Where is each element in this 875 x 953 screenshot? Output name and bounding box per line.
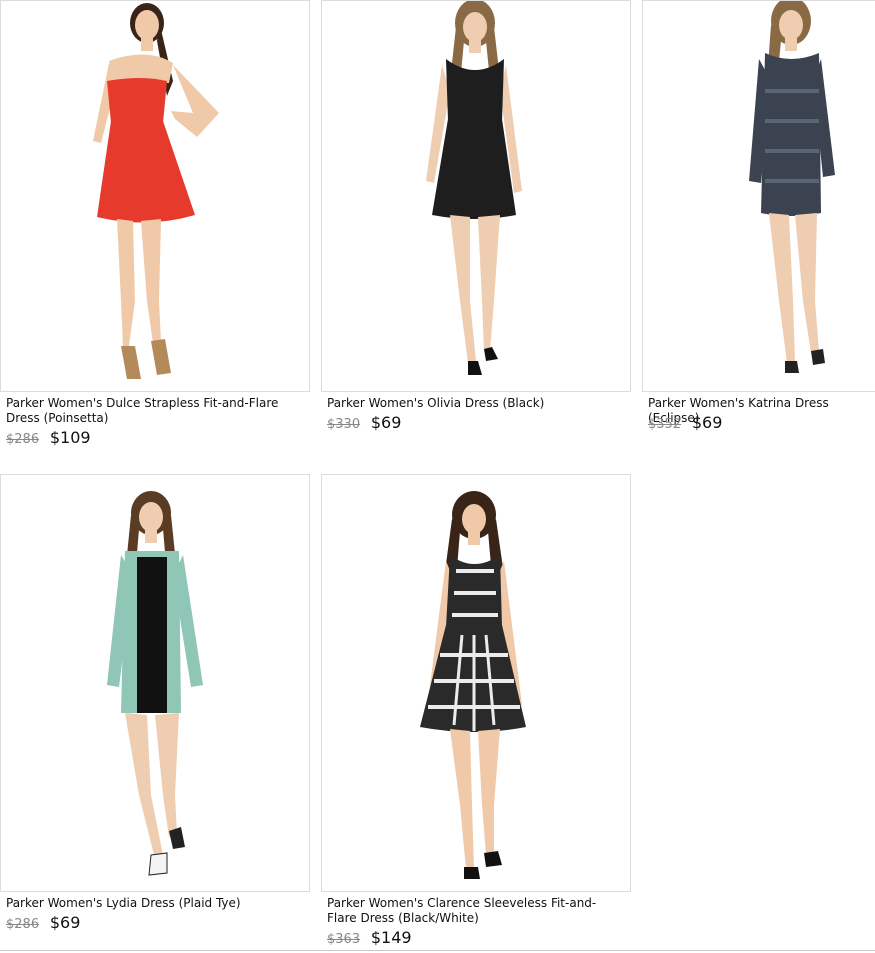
- product-image-print-dress[interactable]: [321, 474, 631, 892]
- product-title-link[interactable]: Parker Women's Lydia Dress (Plaid Tye): [6, 896, 302, 911]
- list-price: $363: [327, 932, 361, 947]
- list-price: $352: [648, 417, 682, 432]
- price-row: $286 $69: [6, 914, 80, 934]
- product-title-link[interactable]: Parker Women's Dulce Strapless Fit-and-F…: [6, 396, 302, 426]
- sale-price: $109: [49, 428, 91, 447]
- sale-price: $69: [49, 913, 81, 932]
- sale-price: $149: [370, 928, 412, 947]
- price-row: $330 $69: [327, 414, 401, 434]
- sale-price: $69: [370, 413, 402, 432]
- list-price: $286: [6, 432, 40, 447]
- price-row: $286 $109: [6, 429, 91, 449]
- product-image-black-dress[interactable]: [321, 0, 631, 392]
- list-price: $330: [327, 417, 361, 432]
- bottom-divider: [0, 950, 875, 951]
- price-row: $363 $149: [327, 929, 412, 949]
- price-row: $352 $69: [648, 414, 722, 434]
- sale-price: $69: [691, 413, 723, 432]
- list-price: $286: [6, 917, 40, 932]
- product-image-plaid-dress[interactable]: [0, 474, 310, 892]
- product-title-link[interactable]: Parker Women's Clarence Sleeveless Fit-a…: [327, 896, 623, 926]
- product-title-link[interactable]: Parker Women's Olivia Dress (Black): [327, 396, 623, 411]
- product-image-grey-dress[interactable]: [642, 0, 875, 392]
- product-image-red-dress[interactable]: [0, 0, 310, 392]
